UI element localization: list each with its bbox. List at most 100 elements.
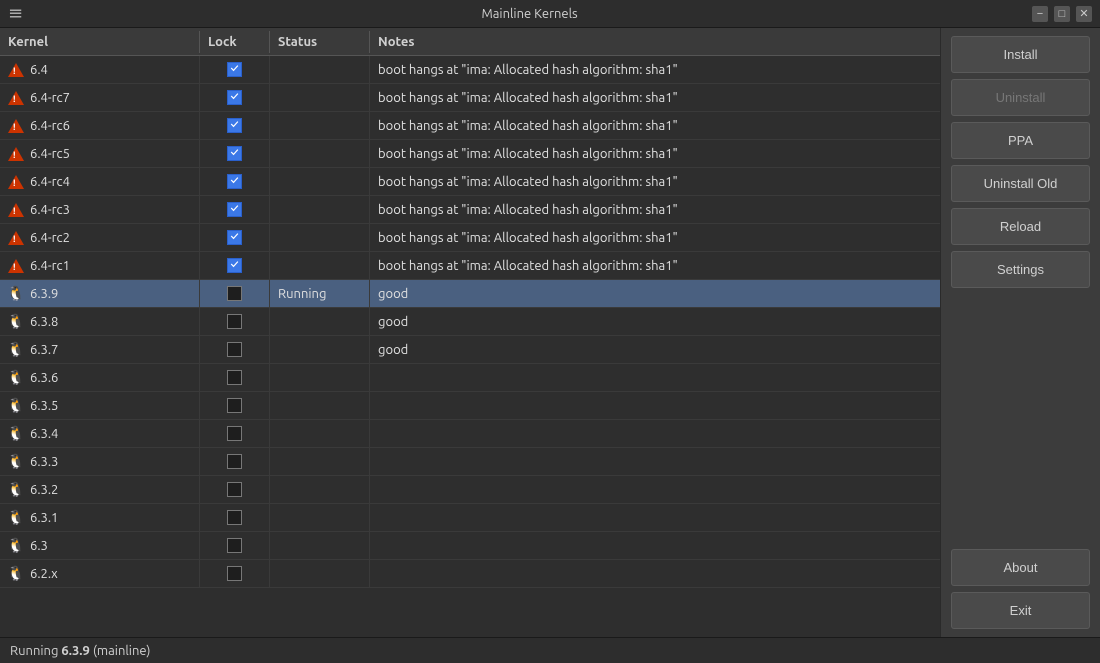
warning-icon [8, 146, 24, 162]
table-row[interactable]: 6.4-rc2 boot hangs at "ima: Allocated ha… [0, 224, 940, 252]
kernel-version: 6.4-rc1 [30, 259, 70, 273]
status-cell [270, 364, 370, 391]
table-row[interactable]: 🐧 6.3.3 [0, 448, 940, 476]
lock-cell [200, 252, 270, 279]
lock-cell [200, 392, 270, 419]
status-cell [270, 532, 370, 559]
col-header-lock: Lock [200, 31, 270, 53]
exit-button[interactable]: Exit [951, 592, 1090, 629]
table-row[interactable]: 🐧 6.3.8 good [0, 308, 940, 336]
notes-cell [370, 364, 940, 391]
kernel-version: 6.4-rc4 [30, 175, 70, 189]
kernel-cell: 6.4 [0, 56, 200, 83]
status-cell [270, 196, 370, 223]
lock-cell [200, 56, 270, 83]
kernel-version: 6.3.9 [30, 287, 58, 301]
table-body[interactable]: 6.4 boot hangs at "ima: Allocated hash a… [0, 56, 940, 637]
lock-cell [200, 140, 270, 167]
lock-checkbox[interactable] [227, 230, 242, 245]
table-row[interactable]: 6.4-rc3 boot hangs at "ima: Allocated ha… [0, 196, 940, 224]
col-header-status: Status [270, 31, 370, 53]
lock-checkbox[interactable] [227, 174, 242, 189]
lock-checkbox[interactable] [227, 398, 242, 413]
notes-cell: good [370, 308, 940, 335]
maximize-button[interactable]: □ [1054, 6, 1070, 22]
lock-cell [200, 196, 270, 223]
uninstall-old-button[interactable]: Uninstall Old [951, 165, 1090, 202]
notes-cell [370, 476, 940, 503]
lock-checkbox[interactable] [227, 314, 242, 329]
tux-icon: 🐧 [8, 314, 24, 330]
status-cell [270, 504, 370, 531]
col-header-notes: Notes [370, 31, 940, 53]
table-row[interactable]: 🐧 6.2.x [0, 560, 940, 588]
settings-button[interactable]: Settings [951, 251, 1090, 288]
table-row[interactable]: 🐧 6.3 [0, 532, 940, 560]
status-cell [270, 112, 370, 139]
lock-checkbox[interactable] [227, 454, 242, 469]
table-row[interactable]: 🐧 6.3.1 [0, 504, 940, 532]
lock-checkbox[interactable] [227, 62, 242, 77]
about-button[interactable]: About [951, 549, 1090, 586]
lock-checkbox[interactable] [227, 286, 242, 301]
kernel-version: 6.2.x [30, 567, 58, 581]
notes-cell: boot hangs at "ima: Allocated hash algor… [370, 224, 940, 251]
lock-checkbox[interactable] [227, 566, 242, 581]
status-cell [270, 448, 370, 475]
lock-checkbox[interactable] [227, 258, 242, 273]
warning-icon [8, 62, 24, 78]
lock-checkbox[interactable] [227, 342, 242, 357]
kernel-version: 6.3.1 [30, 511, 58, 525]
lock-checkbox[interactable] [227, 538, 242, 553]
lock-checkbox[interactable] [227, 426, 242, 441]
tux-icon: 🐧 [8, 398, 24, 414]
notes-cell: boot hangs at "ima: Allocated hash algor… [370, 112, 940, 139]
status-cell [270, 252, 370, 279]
minimize-button[interactable]: − [1032, 6, 1048, 22]
tux-icon: 🐧 [8, 510, 24, 526]
kernel-version: 6.3.6 [30, 371, 58, 385]
kernel-table-area: Kernel Lock Status Notes 6.4 boot hangs … [0, 28, 940, 637]
statusbar-suffix: (mainline) [93, 644, 151, 658]
notes-cell: good [370, 336, 940, 363]
sidebar-spacer [951, 294, 1090, 543]
table-row[interactable]: 6.4-rc1 boot hangs at "ima: Allocated ha… [0, 252, 940, 280]
ppa-button[interactable]: PPA [951, 122, 1090, 159]
close-button[interactable]: ✕ [1076, 6, 1092, 22]
lock-cell [200, 84, 270, 111]
kernel-version: 6.3.3 [30, 455, 58, 469]
table-row[interactable]: 🐧 6.3.9 Running good [0, 280, 940, 308]
lock-checkbox[interactable] [227, 370, 242, 385]
table-row[interactable]: 6.4-rc7 boot hangs at "ima: Allocated ha… [0, 84, 940, 112]
table-row[interactable]: 🐧 6.3.5 [0, 392, 940, 420]
menu-icon[interactable]: ≡ [8, 3, 27, 24]
titlebar: ≡ Mainline Kernels − □ ✕ [0, 0, 1100, 28]
install-button[interactable]: Install [951, 36, 1090, 73]
lock-checkbox[interactable] [227, 118, 242, 133]
table-row[interactable]: 🐧 6.3.4 [0, 420, 940, 448]
table-row[interactable]: 6.4-rc6 boot hangs at "ima: Allocated ha… [0, 112, 940, 140]
kernel-cell: 6.4-rc2 [0, 224, 200, 251]
lock-cell [200, 532, 270, 559]
lock-checkbox[interactable] [227, 146, 242, 161]
table-row[interactable]: 🐧 6.3.6 [0, 364, 940, 392]
tux-icon: 🐧 [8, 454, 24, 470]
table-row[interactable]: 🐧 6.3.2 [0, 476, 940, 504]
table-row[interactable]: 🐧 6.3.7 good [0, 336, 940, 364]
uninstall-button[interactable]: Uninstall [951, 79, 1090, 116]
kernel-cell: 🐧 6.3.6 [0, 364, 200, 391]
reload-button[interactable]: Reload [951, 208, 1090, 245]
kernel-version: 6.4 [30, 63, 48, 77]
kernel-version: 6.3.5 [30, 399, 58, 413]
lock-checkbox[interactable] [227, 90, 242, 105]
statusbar-prefix: Running [10, 644, 58, 658]
table-row[interactable]: 6.4 boot hangs at "ima: Allocated hash a… [0, 56, 940, 84]
lock-checkbox[interactable] [227, 510, 242, 525]
notes-cell: boot hangs at "ima: Allocated hash algor… [370, 168, 940, 195]
lock-checkbox[interactable] [227, 482, 242, 497]
table-row[interactable]: 6.4-rc5 boot hangs at "ima: Allocated ha… [0, 140, 940, 168]
tux-icon: 🐧 [8, 342, 24, 358]
kernel-cell: 🐧 6.2.x [0, 560, 200, 587]
table-row[interactable]: 6.4-rc4 boot hangs at "ima: Allocated ha… [0, 168, 940, 196]
lock-checkbox[interactable] [227, 202, 242, 217]
